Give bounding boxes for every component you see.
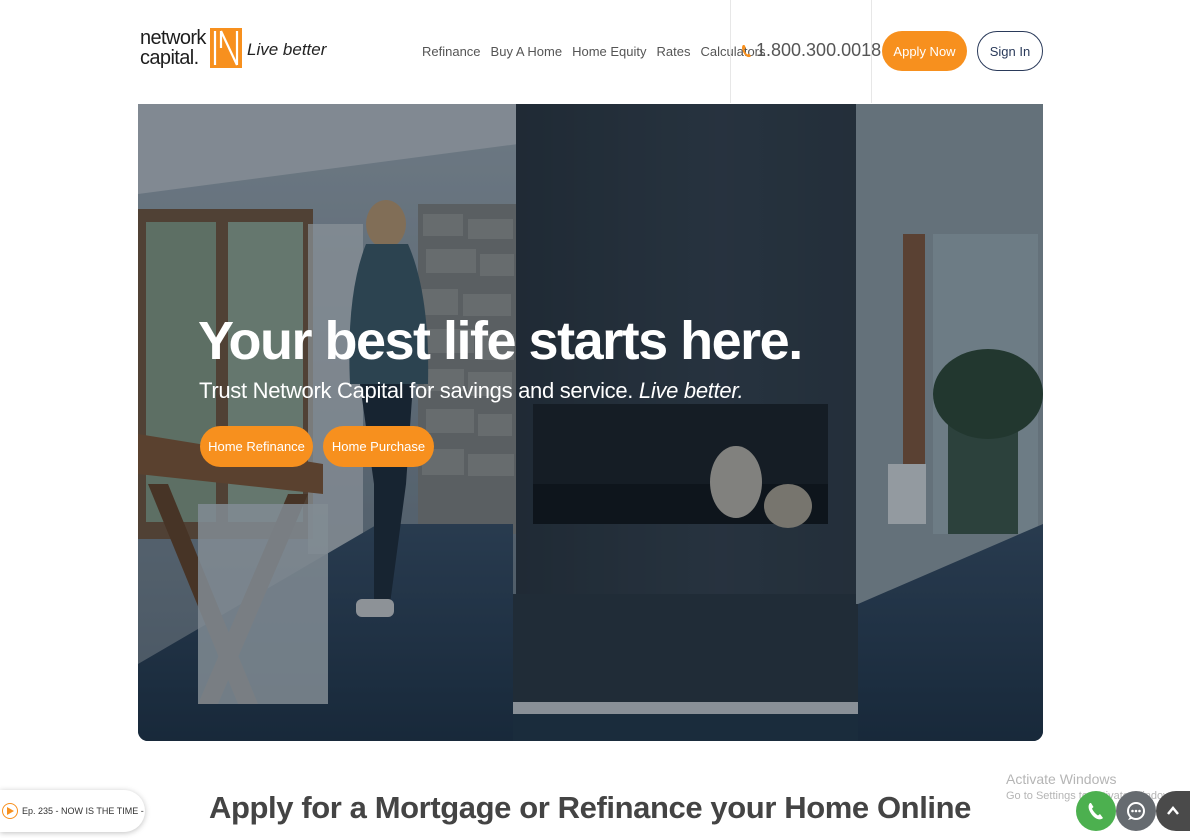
brand-logo[interactable]: network capital. bbox=[140, 28, 242, 68]
hero-subtitle: Trust Network Capital for savings and se… bbox=[199, 378, 744, 404]
nav-rates[interactable]: Rates bbox=[657, 44, 691, 59]
logo-line-2: capital. bbox=[140, 47, 199, 69]
nav-home-equity[interactable]: Home Equity bbox=[572, 44, 646, 59]
phone-link[interactable]: 1.800.300.0018 bbox=[741, 40, 881, 61]
watermark-line-1: Activate Windows bbox=[1006, 771, 1117, 787]
home-refinance-button[interactable]: Home Refinance bbox=[200, 426, 313, 467]
podcast-player[interactable]: Ep. 235 - NOW IS THE TIME - D bbox=[0, 790, 145, 832]
hero-subtitle-emphasis: Live better. bbox=[638, 378, 744, 403]
site-header: network capital. Live better Refinance B… bbox=[138, 0, 1044, 103]
logo-wordmark: network capital. bbox=[140, 28, 206, 68]
home-purchase-button[interactable]: Home Purchase bbox=[323, 426, 434, 467]
play-icon[interactable] bbox=[2, 803, 18, 819]
apply-now-button[interactable]: Apply Now bbox=[882, 31, 967, 71]
podcast-episode-title: Ep. 235 - NOW IS THE TIME - D bbox=[22, 806, 145, 816]
header-divider bbox=[730, 0, 731, 103]
hero-banner: Your best life starts here. Trust Networ… bbox=[138, 104, 1043, 741]
header-divider bbox=[871, 0, 872, 103]
brand-tagline: Live better bbox=[247, 40, 327, 59]
chat-button[interactable] bbox=[1116, 791, 1156, 831]
phone-icon bbox=[1088, 803, 1103, 820]
chevron-up-icon bbox=[1167, 806, 1179, 815]
phone-number: 1.800.300.0018 bbox=[756, 40, 882, 60]
apply-online-heading: Apply for a Mortgage or Refinance your H… bbox=[209, 790, 971, 825]
main-nav: Refinance Buy A Home Home Equity Rates C… bbox=[422, 44, 766, 59]
play-triangle bbox=[7, 807, 14, 815]
call-button[interactable] bbox=[1076, 791, 1116, 831]
scroll-to-top-button[interactable] bbox=[1156, 791, 1190, 831]
hero-title: Your best life starts here. bbox=[198, 311, 803, 371]
phone-icon bbox=[742, 44, 751, 57]
logo-mark-icon bbox=[209, 28, 242, 68]
hero-background-image bbox=[138, 104, 1043, 741]
logo-line-1: network bbox=[140, 27, 206, 49]
nav-refinance[interactable]: Refinance bbox=[422, 44, 481, 59]
sign-in-button[interactable]: Sign In bbox=[977, 31, 1043, 71]
chat-icon bbox=[1127, 802, 1145, 820]
hero-subtitle-text: Trust Network Capital for savings and se… bbox=[199, 378, 634, 403]
nav-buy-a-home[interactable]: Buy A Home bbox=[491, 44, 563, 59]
